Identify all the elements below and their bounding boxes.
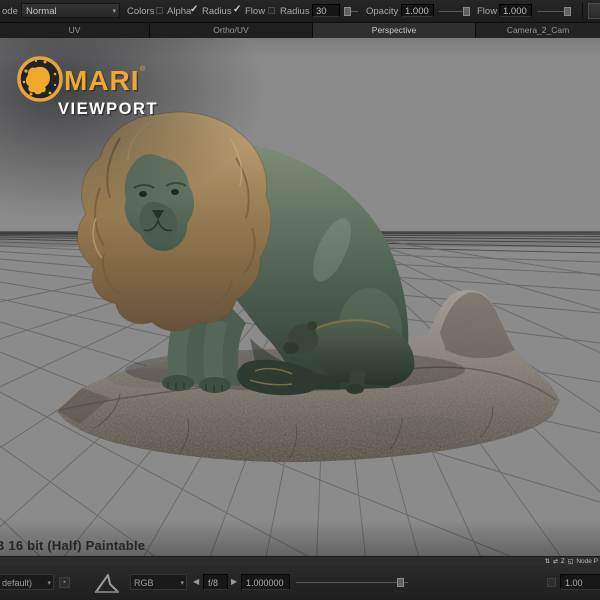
fstop-field[interactable]: f/8 [203, 574, 228, 590]
flow-slider-handle[interactable] [564, 7, 571, 16]
tab-camera-2-cam[interactable]: Camera_2_Cam [476, 23, 600, 38]
flow-toggle-label: Flow [245, 5, 265, 18]
mari-application-window: ode Normal Colors Alpha Radius Flow Radi… [0, 0, 600, 600]
prev-arrow-button[interactable]: ◀ [193, 577, 199, 587]
opacity-slider-handle[interactable] [463, 7, 470, 16]
layer-dropdown[interactable]: default) [0, 574, 54, 590]
tab-ortho-uv[interactable]: Ortho/UV [150, 23, 313, 38]
radius-value-field[interactable]: 30 [312, 4, 340, 17]
registered-mark: ® [140, 65, 146, 73]
mari-paint-buffer-icon[interactable] [93, 572, 121, 594]
paint-opacity-field[interactable]: 1.000000 [241, 574, 290, 590]
chevron-down-icon [180, 576, 184, 592]
layer-lock-button[interactable]: ▪ [59, 577, 70, 588]
channel-dropdown[interactable]: RGB [130, 574, 187, 590]
logo-wordmark: MARI [64, 65, 140, 96]
radius-toggle-label: Radius [202, 5, 232, 18]
paint-opacity-slider-handle[interactable] [397, 578, 404, 587]
channel-dropdown-value: RGB [134, 578, 154, 588]
blend-mode-dropdown[interactable]: Normal [21, 3, 120, 18]
frame-icon[interactable]: ◱ [568, 558, 574, 565]
mini-toggle-button[interactable] [547, 578, 556, 587]
tab-perspective[interactable]: Perspective [313, 23, 476, 38]
opacity-label: Opacity [366, 5, 398, 18]
opacity-value-field[interactable]: 1.000 [401, 4, 434, 17]
channel-info-text: B 16 bit (Half) Paintable [0, 538, 145, 553]
clipped-toolbar-button[interactable] [588, 3, 600, 19]
radius-slider-handle[interactable] [344, 7, 351, 16]
flow-slider-label: Flow [477, 5, 497, 18]
chevron-down-icon [112, 4, 116, 19]
paint-toolbar: ode Normal Colors Alpha Radius Flow Radi… [0, 0, 600, 23]
mari-logo: MARI MARI ® VIEWPORT VIEWPORT [12, 52, 182, 134]
flow-value-field[interactable]: 1.000 [499, 4, 532, 17]
mode-label: ode [2, 5, 18, 18]
radius-checkbox[interactable] [191, 7, 198, 14]
radius-link-checkbox[interactable] [268, 7, 275, 14]
toolbar-separator [582, 3, 583, 19]
projection-toolbar: default) ▪ RGB ◀ f/8 ▶ 1.000000 1.00 [0, 566, 600, 600]
flow-checkbox[interactable] [234, 7, 241, 14]
3d-viewport-canvas[interactable]: MARI MARI ® VIEWPORT VIEWPORT B 16 bit (… [0, 38, 600, 556]
status-strip: ⇅ ⇄ Z ◱ Node P [0, 556, 600, 566]
radius-slider-label: Radius [280, 5, 310, 18]
chevron-down-icon [47, 576, 51, 592]
blend-mode-value: Normal [26, 6, 57, 17]
depth-axis-icon[interactable]: Z [561, 559, 565, 565]
next-arrow-button[interactable]: ▶ [231, 577, 237, 587]
layer-dropdown-value: default) [2, 578, 32, 588]
tab-uv[interactable]: UV [0, 23, 150, 38]
view-tab-bar: UV Ortho/UV Perspective Camera_2_Cam [0, 23, 600, 38]
alpha-checkbox[interactable] [156, 7, 163, 14]
node-panel-label[interactable]: Node P [576, 558, 598, 565]
right-value-field[interactable]: 1.00 [560, 574, 600, 590]
alpha-label: Alpha [167, 5, 191, 18]
pan-axis-icon[interactable]: ⇄ [553, 558, 558, 565]
logo-subtitle: VIEWPORT [58, 100, 158, 118]
paint-opacity-slider-track[interactable] [296, 582, 408, 583]
translate-axis-icon[interactable]: ⇅ [545, 558, 550, 565]
colors-label: Colors [127, 5, 154, 18]
